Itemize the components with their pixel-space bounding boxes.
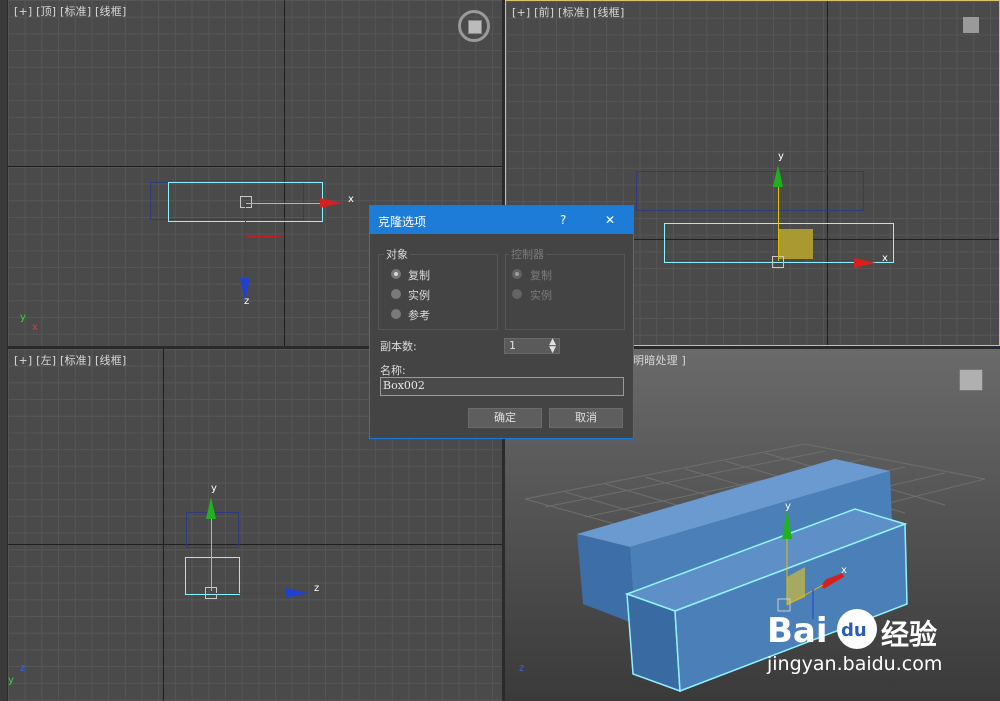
spinner-arrows-icon[interactable]: ▲ ▼ bbox=[549, 338, 556, 355]
radio-instance[interactable] bbox=[391, 289, 401, 299]
close-icon[interactable]: ✕ bbox=[605, 213, 615, 227]
radio-reference-label[interactable]: 参考 bbox=[408, 307, 430, 323]
gizmo-z-line bbox=[245, 204, 246, 284]
axis-y-label: y bbox=[778, 151, 784, 162]
name-value[interactable]: Box002 bbox=[383, 379, 425, 392]
dialog-title: 克隆选项 bbox=[378, 215, 427, 229]
gizmo-y-arrow[interactable] bbox=[773, 165, 783, 187]
world-axis-h bbox=[8, 166, 502, 167]
corner-axis-z: z bbox=[519, 663, 525, 674]
radio-controller-copy-label: 复制 bbox=[530, 269, 552, 282]
baidu-logo: Bai bbox=[767, 611, 828, 651]
world-axis-h bbox=[8, 544, 502, 545]
gizmo-y-arrow[interactable] bbox=[206, 497, 216, 519]
radio-copy-label[interactable]: 复制 bbox=[408, 267, 430, 283]
help-button[interactable]: ? bbox=[560, 213, 566, 227]
viewport-left-label[interactable]: [+] [左] [标准] [线框] bbox=[14, 352, 126, 368]
baidu-brand: 经验 bbox=[881, 618, 938, 651]
ghost-box-front bbox=[636, 171, 864, 211]
corner-axis-z: z bbox=[20, 663, 26, 674]
viewport-top-label[interactable]: [+] [顶] [标准] [线框] bbox=[14, 3, 126, 19]
copies-value[interactable]: 1 bbox=[509, 339, 516, 352]
world-axis-v bbox=[284, 0, 285, 346]
copies-label: 副本数: bbox=[380, 340, 417, 353]
radio-instance-label[interactable]: 实例 bbox=[408, 287, 430, 303]
axis-z-label: z bbox=[314, 583, 320, 594]
baidu-url: jingyan.baidu.com bbox=[767, 653, 943, 675]
cancel-button[interactable]: 取消 bbox=[549, 408, 623, 428]
radio-controller-instance-label: 实例 bbox=[530, 289, 552, 302]
copies-spinner[interactable]: 1 ▲ ▼ bbox=[504, 338, 560, 355]
gizmo-z-line bbox=[212, 593, 292, 594]
viewport-front-label[interactable]: [+] [前] [标准] [线框] bbox=[512, 4, 624, 20]
dialog-titlebar[interactable]: 克隆选项 ? ✕ bbox=[370, 206, 633, 234]
axis-x-label: x bbox=[882, 253, 888, 264]
axis-y-label: y bbox=[211, 483, 217, 494]
ok-button[interactable]: 确定 bbox=[468, 408, 542, 428]
gizmo-x-arrow[interactable] bbox=[854, 258, 876, 268]
pivot-top bbox=[240, 196, 252, 208]
gizmo-z-arrow[interactable] bbox=[286, 588, 308, 598]
left-toolbar-strip bbox=[0, 0, 7, 701]
object-group-label: 对象 bbox=[384, 246, 410, 262]
gizmo-x-line bbox=[246, 203, 326, 204]
viewcube-icon[interactable] bbox=[963, 17, 979, 33]
axis-y-label: y bbox=[785, 501, 791, 512]
clone-options-dialog: 克隆选项 ? ✕ 对象 复制 实例 参考 控制器 复制 实例 副本数: 1 ▲ ▼… bbox=[369, 205, 634, 439]
axis-z-label: z bbox=[244, 296, 250, 307]
baidu-du: du bbox=[841, 620, 867, 641]
gizmo-y-line bbox=[211, 517, 212, 591]
gizmo-y-line bbox=[778, 183, 779, 261]
name-input[interactable]: Box002 bbox=[380, 377, 624, 396]
gizmo-x-arrow[interactable] bbox=[320, 198, 342, 208]
viewcube-icon[interactable] bbox=[458, 10, 490, 42]
world-axis-v bbox=[163, 349, 164, 701]
controller-group-label: 控制器 bbox=[509, 246, 546, 262]
baidu-watermark: Bai du 经验 jingyan.baidu.com bbox=[767, 609, 997, 681]
axis-x-label: x bbox=[348, 194, 354, 205]
name-label: 名称: bbox=[380, 364, 406, 377]
radio-controller-copy bbox=[512, 269, 522, 279]
controller-group bbox=[505, 254, 625, 330]
gizmo-plane bbox=[246, 236, 281, 237]
radio-reference[interactable] bbox=[391, 309, 401, 319]
corner-axis-y: y bbox=[20, 312, 26, 323]
radio-controller-instance bbox=[512, 289, 522, 299]
corner-axis-y: y bbox=[8, 675, 14, 686]
corner-axis-x: x bbox=[32, 322, 38, 333]
gizmo-plane-front bbox=[779, 229, 813, 259]
axis-x-label: x bbox=[841, 565, 847, 576]
radio-copy[interactable] bbox=[391, 269, 401, 279]
